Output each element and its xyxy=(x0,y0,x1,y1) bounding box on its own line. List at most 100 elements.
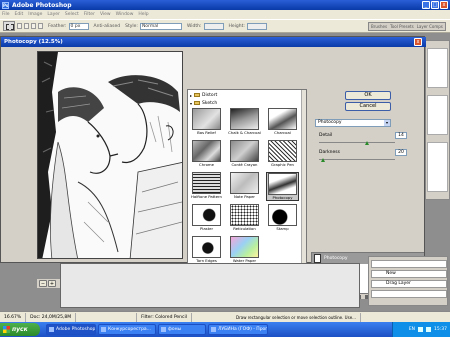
marquee-tool-icon[interactable] xyxy=(3,21,15,31)
options-bar: Feather: 0 px Anti-aliased Style: Normal… xyxy=(0,19,450,33)
darkness-slider-thumb[interactable] xyxy=(321,158,325,162)
collapse-arrow-icon: ▾ xyxy=(190,100,193,106)
zoom-out-button[interactable]: − xyxy=(39,280,47,287)
menu-view[interactable]: View xyxy=(100,12,111,17)
folder-icon xyxy=(194,101,201,105)
app-titlebar: Ps Adobe Photoshop _ □ x xyxy=(0,0,450,10)
add-selection-icon[interactable] xyxy=(24,23,29,29)
filter-gallery-dialog: Photocopy (12.5%) x − + ▸ Distort ▾ Sket… xyxy=(0,36,426,299)
darkness-slider-track[interactable] xyxy=(319,159,395,160)
task-contest[interactable]: Конкурсорестра... xyxy=(98,324,156,335)
antialias-label: Anti-aliased xyxy=(93,23,121,29)
width-label: Width: xyxy=(186,23,202,29)
maximize-button[interactable]: □ xyxy=(431,1,439,9)
thumb-graphic-pen[interactable]: Graphic Pen xyxy=(266,140,299,169)
category-distort[interactable]: ▸ Distort xyxy=(190,92,217,98)
system-tray: EN 15:37 xyxy=(392,322,450,337)
task-fony[interactable]: фоны xyxy=(158,324,206,335)
document-canvas[interactable] xyxy=(60,263,360,308)
chevron-down-icon: ▾ xyxy=(384,120,390,126)
zoom-in-button[interactable]: + xyxy=(48,280,56,287)
thumb-plaster[interactable]: Plaster xyxy=(190,204,223,233)
darkness-input[interactable]: 20 xyxy=(395,149,407,156)
palette-well: Brushes Tool Presets Layer Comps xyxy=(368,22,446,31)
new-selection-icon[interactable] xyxy=(17,23,22,29)
history-panel xyxy=(427,142,448,192)
status-doc-size: Doc: 24,0M/25,8M xyxy=(26,312,77,322)
visibility-eye-icon[interactable] xyxy=(314,254,321,263)
menu-filter[interactable]: Filter xyxy=(84,12,95,17)
darkness-label: Darkness xyxy=(319,150,340,155)
layer-drag[interactable]: Drag Layer xyxy=(371,280,447,288)
photoshop-icon: Ps xyxy=(2,1,9,9)
expand-arrow-icon: ▸ xyxy=(190,92,193,98)
start-button[interactable]: пуск xyxy=(0,323,40,336)
menu-file[interactable]: File xyxy=(2,12,10,17)
clock: 15:37 xyxy=(434,327,447,332)
task-opera[interactable]: ЛУБИНа (ГОФ) - Прог... xyxy=(208,324,268,335)
volume-icon[interactable] xyxy=(426,327,432,332)
task-photoshop[interactable]: Adobe Photoshop xyxy=(46,324,96,335)
thumb-chrome[interactable]: Chrome xyxy=(190,140,223,169)
navigator-panel xyxy=(427,48,448,88)
folder-icon xyxy=(194,93,201,97)
layer-new[interactable]: New xyxy=(371,270,447,278)
thumb-stamp[interactable]: Stamp xyxy=(266,204,299,233)
menu-help[interactable]: Help xyxy=(138,12,148,17)
thumb-halftone-pattern[interactable]: Halftone Pattern xyxy=(190,172,223,201)
detail-slider-track[interactable] xyxy=(319,142,395,143)
layer-item[interactable] xyxy=(371,290,447,298)
thumb-chalk-charcoal[interactable]: Chalk & Charcoal xyxy=(228,108,261,137)
cancel-button[interactable]: Cancel xyxy=(345,102,391,111)
thumb-photocopy[interactable]: Photocopy xyxy=(266,172,299,201)
height-input[interactable] xyxy=(246,22,267,30)
thumb-water-paper[interactable]: Water Paper xyxy=(228,236,261,265)
language-indicator[interactable]: EN xyxy=(409,327,415,332)
intersect-selection-icon[interactable] xyxy=(38,23,43,29)
tray-icon[interactable] xyxy=(418,327,424,332)
thumb-note-paper[interactable]: Note Paper xyxy=(228,172,261,201)
thumb-bas-relief[interactable]: Bas Relief xyxy=(190,108,223,137)
menu-edit[interactable]: Edit xyxy=(15,12,24,17)
color-panel xyxy=(427,95,448,135)
width-input[interactable] xyxy=(203,22,224,30)
filter-select[interactable]: Photocopy ▾ xyxy=(315,119,391,127)
detail-input[interactable]: 14 xyxy=(395,132,407,139)
menu-bar: File Edit Image Layer Select Filter View… xyxy=(0,10,450,19)
category-sketch[interactable]: ▾ Sketch xyxy=(190,100,217,106)
height-label: Height: xyxy=(228,23,245,29)
menu-image[interactable]: Image xyxy=(28,12,42,17)
dialog-close-button[interactable]: x xyxy=(414,38,422,46)
feather-input[interactable]: 0 px xyxy=(68,22,89,30)
dialog-title: Photocopy (12.5%) xyxy=(1,37,426,47)
menu-window[interactable]: Window xyxy=(116,12,134,17)
layer-item[interactable] xyxy=(371,260,447,268)
detail-label: Detail xyxy=(319,133,333,138)
tool-presets-tab[interactable]: Tool Presets xyxy=(390,24,414,29)
menu-select[interactable]: Select xyxy=(65,12,79,17)
thumb-conte-crayon[interactable]: Conté Crayon xyxy=(228,140,261,169)
brushes-tab[interactable]: Brushes xyxy=(371,24,387,29)
subtract-selection-icon[interactable] xyxy=(31,23,36,29)
windows-flag-icon xyxy=(3,326,10,333)
thumb-reticulation[interactable]: Reticulation xyxy=(228,204,261,233)
thumb-torn-edges[interactable]: Torn Edges xyxy=(190,236,223,265)
status-hint: Draw rectangular selection or move selec… xyxy=(232,312,361,322)
style-label: Style: xyxy=(125,23,138,29)
status-bar: 16.67% Doc: 24,0M/25,8M Filter: Colored … xyxy=(0,311,450,322)
menu-layer[interactable]: Layer xyxy=(47,12,60,17)
layer-comps-tab[interactable]: Layer Comps xyxy=(417,24,443,29)
thumb-charcoal[interactable]: Charcoal xyxy=(266,108,299,137)
feather-label: Feather: xyxy=(48,23,67,29)
ok-button[interactable]: OK xyxy=(345,91,391,100)
style-select[interactable]: Normal xyxy=(139,22,182,30)
status-zoom[interactable]: 16.67% xyxy=(0,312,27,322)
close-button[interactable]: x xyxy=(440,1,448,9)
taskbar: пуск Adobe Photoshop Конкурсорестра... ф… xyxy=(0,322,450,337)
preview-image xyxy=(38,52,182,258)
detail-slider-thumb[interactable] xyxy=(365,141,369,145)
minimize-button[interactable]: _ xyxy=(422,1,430,9)
app-title: Adobe Photoshop xyxy=(12,1,72,9)
filter-preview[interactable] xyxy=(37,51,183,259)
status-filter: Filter: Colored Pencil xyxy=(136,312,193,322)
